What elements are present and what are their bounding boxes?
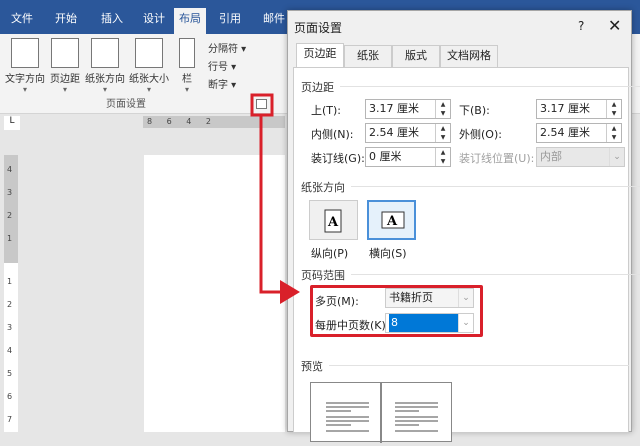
section-margins: 页边距 bbox=[301, 81, 640, 94]
landscape-button[interactable]: A bbox=[367, 200, 416, 240]
spinner[interactable]: ▲ ▼ bbox=[606, 100, 621, 118]
ruler-num: 1 bbox=[7, 234, 13, 243]
spinner[interactable]: ▲ ▼ bbox=[606, 124, 621, 142]
ruler-num: 1 bbox=[7, 277, 13, 286]
bottom-margin-input[interactable]: 3.17 厘米 ▲ ▼ bbox=[536, 99, 622, 119]
outside-margin-input[interactable]: 2.54 厘米 ▲ ▼ bbox=[536, 123, 622, 143]
horizontal-ruler[interactable]: 8 6 4 2 bbox=[143, 116, 285, 128]
orientation-icon bbox=[91, 38, 119, 68]
chevron-down-icon: ⌄ bbox=[458, 289, 473, 307]
gutter-label: 装订线(G): bbox=[311, 152, 365, 165]
text-direction-icon bbox=[11, 38, 39, 68]
hyphenation-button[interactable]: 断字 ▾ bbox=[208, 76, 236, 91]
portrait-label: 纵向(P) bbox=[311, 247, 349, 260]
top-label: 上(T): bbox=[311, 104, 342, 117]
paper-size-icon bbox=[135, 38, 163, 68]
section-preview: 预览 bbox=[301, 360, 629, 373]
ruler-num: 4 bbox=[7, 346, 13, 355]
portrait-icon: A bbox=[324, 209, 342, 233]
multiple-pages-select[interactable]: 书籍折页 ⌄ bbox=[385, 288, 474, 308]
tab-references[interactable]: 引用 bbox=[212, 8, 248, 34]
tab-home[interactable]: 开始 bbox=[48, 8, 84, 34]
group-label: 页面设置 bbox=[106, 99, 146, 110]
label: 栏 bbox=[182, 74, 192, 85]
text-direction-button[interactable]: 文字方向 ▾ bbox=[4, 38, 46, 94]
tab-doc-grid[interactable]: 文档网格 bbox=[440, 45, 498, 67]
margins-icon bbox=[51, 38, 79, 68]
preview-image bbox=[310, 382, 452, 443]
label: 纸张方向 bbox=[85, 74, 125, 85]
bottom-label: 下(B): bbox=[459, 104, 490, 117]
size-button[interactable]: 纸张大小 ▾ bbox=[128, 38, 170, 94]
help-button[interactable]: ? bbox=[578, 19, 584, 33]
ruler-num: 4 bbox=[7, 165, 13, 174]
dialog-launcher-button[interactable] bbox=[256, 99, 267, 109]
inside-margin-input[interactable]: 2.54 厘米 ▲ ▼ bbox=[365, 123, 451, 143]
margins-panel: 页边距 上(T): 3.17 厘米 ▲ ▼ 下(B): 3.17 厘米 ▲ ▼ 内侧(N… bbox=[293, 67, 640, 443]
label: 页边距 bbox=[50, 74, 80, 85]
svg-text:A: A bbox=[386, 214, 398, 229]
ruler-num: 5 bbox=[7, 369, 13, 378]
close-button[interactable]: ✕ bbox=[608, 16, 621, 35]
chevron-down-icon: ⌄ bbox=[458, 314, 473, 332]
chevron-down-icon: ⌄ bbox=[609, 148, 624, 166]
tab-layout[interactable]: 布局 bbox=[174, 8, 206, 34]
ruler-num: 6 bbox=[7, 392, 13, 401]
tab-paper[interactable]: 纸张 bbox=[344, 45, 392, 67]
multiple-pages-label: 多页(M): bbox=[315, 295, 359, 308]
gutter-position-label: 装订线位置(U): bbox=[459, 152, 535, 165]
tab-margins[interactable]: 页边距 bbox=[296, 43, 344, 68]
ruler-num: 3 bbox=[7, 188, 13, 197]
svg-text:A: A bbox=[327, 215, 339, 230]
line-numbers-button[interactable]: 行号 ▾ bbox=[208, 58, 236, 73]
tab-design[interactable]: 设计 bbox=[136, 8, 172, 34]
columns-icon bbox=[179, 38, 195, 68]
vertical-ruler[interactable]: 4 3 2 1 1 2 3 4 5 6 7 bbox=[4, 155, 18, 432]
columns-button[interactable]: 栏 ▾ bbox=[176, 38, 198, 94]
sheets-per-booklet-label: 每册中页数(K): bbox=[315, 319, 390, 332]
portrait-button[interactable]: A bbox=[309, 200, 358, 240]
gutter-position-select[interactable]: 内部 ⌄ bbox=[536, 147, 625, 167]
section-pages: 页码范围 bbox=[301, 269, 640, 282]
tab-selector[interactable]: L bbox=[4, 116, 20, 130]
sheets-per-booklet-select[interactable]: 8 ⌄ bbox=[385, 313, 474, 333]
top-margin-input[interactable]: 3.17 厘米 ▲ ▼ bbox=[365, 99, 451, 119]
spinner[interactable]: ▲ ▼ bbox=[435, 148, 450, 166]
spinner[interactable]: ▲ ▼ bbox=[435, 100, 450, 118]
document-page[interactable] bbox=[144, 155, 285, 432]
breaks-button[interactable]: 分隔符 ▾ bbox=[208, 40, 246, 55]
ruler-num: 2 bbox=[7, 300, 13, 309]
spinner[interactable]: ▲ ▼ bbox=[435, 124, 450, 142]
gutter-input[interactable]: 0 厘米 ▲ ▼ bbox=[365, 147, 451, 167]
tab-insert[interactable]: 插入 bbox=[94, 8, 130, 34]
inside-label: 内侧(N): bbox=[311, 128, 354, 141]
tab-file[interactable]: 文件 bbox=[4, 8, 40, 34]
section-orientation: 纸张方向 bbox=[301, 181, 640, 194]
landscape-label: 横向(S) bbox=[369, 247, 407, 260]
outside-label: 外侧(O): bbox=[459, 128, 502, 141]
orientation-button[interactable]: 纸张方向 ▾ bbox=[84, 38, 126, 94]
margins-button[interactable]: 页边距 ▾ bbox=[48, 38, 82, 94]
label: 纸张大小 bbox=[129, 74, 169, 85]
landscape-icon: A bbox=[381, 211, 405, 229]
ruler-num: 7 bbox=[7, 415, 13, 424]
label: 文字方向 bbox=[5, 74, 45, 85]
dialog-title: 页面设置 bbox=[294, 21, 343, 35]
tab-layout[interactable]: 版式 bbox=[392, 45, 440, 67]
page-setup-dialog: 页面设置 ? ✕ 页边距 纸张 版式 文档网格 页边距 上(T): 3.17 厘… bbox=[287, 10, 640, 443]
ruler-num: 2 bbox=[7, 211, 13, 220]
ruler-num: 3 bbox=[7, 323, 13, 332]
